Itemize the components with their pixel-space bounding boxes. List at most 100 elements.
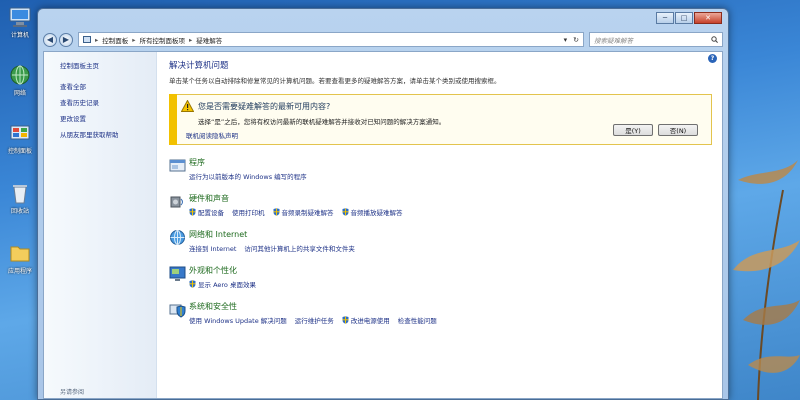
- category-link[interactable]: 音频播放疑难解答: [342, 207, 403, 217]
- recycle-bin-icon: [8, 182, 32, 204]
- breadcrumb-all-items[interactable]: 所有控制面板项: [140, 35, 186, 45]
- category-title[interactable]: 硬件和声音: [189, 193, 411, 204]
- category-link-label: 显示 Aero 桌面效果: [198, 281, 256, 289]
- category-links: 配置设备 使用打印机 音频录制疑难解答 音频播放疑难解答: [189, 207, 411, 217]
- category-link[interactable]: 音频录制疑难解答: [273, 207, 334, 217]
- category-link[interactable]: 改进电源使用: [342, 315, 390, 325]
- sidebar-item-change-settings[interactable]: 更改设置: [60, 113, 156, 123]
- category-link-label: 音频播放疑难解答: [350, 209, 403, 217]
- category-link-label: 使用 Windows Update 解决问题: [189, 317, 287, 325]
- appearance-icon: [169, 265, 186, 282]
- chevron-right-icon: ▸: [132, 35, 136, 44]
- category-title[interactable]: 程序: [189, 157, 315, 168]
- close-button[interactable]: ✕: [694, 12, 722, 24]
- desktop-icon-network[interactable]: 网络: [2, 64, 38, 97]
- category-link-label: 连接到 Internet: [189, 245, 237, 253]
- category-links: 运行为以前版本的 Windows 编写的程序: [189, 171, 315, 181]
- no-button[interactable]: 否(N): [658, 124, 698, 136]
- address-dropdown-icon[interactable]: ▾: [564, 36, 568, 44]
- category-link[interactable]: 连接到 Internet: [189, 243, 236, 253]
- address-row: ◀ ▶ ▸ 控制面板 ▸ 所有控制面板项 ▸ 疑难解答 ▾ ↻ 搜索疑难解答: [43, 31, 723, 48]
- chevron-right-icon: ▸: [189, 35, 193, 44]
- main-panel: ? 解决计算机问题 单击某个任务以自动排除和修复常见的计算机问题。若要查看更多的…: [157, 52, 722, 398]
- online-content-notice: 您是否需要疑难解答的最新可用内容? 选择“是”之后，您将有权访问最新的联机疑难解…: [169, 94, 712, 145]
- breadcrumb-troubleshooting[interactable]: 疑难解答: [196, 35, 222, 45]
- forward-button[interactable]: ▶: [59, 32, 73, 47]
- back-button[interactable]: ◀: [43, 32, 57, 47]
- desktop-icon-recycle-bin[interactable]: 回收站: [2, 182, 38, 215]
- search-placeholder: 搜索疑难解答: [594, 36, 633, 45]
- control-panel-small-icon: [83, 36, 91, 43]
- breadcrumb-control-panel[interactable]: 控制面板: [102, 35, 128, 45]
- maximize-button[interactable]: □: [675, 12, 693, 24]
- minimize-button[interactable]: ─: [656, 12, 674, 24]
- control-panel-icon: [8, 122, 32, 144]
- uac-shield-icon: [189, 280, 196, 288]
- category-item: 系统和安全性 使用 Windows Update 解决问题 运行维护任务 改进电源使用…: [169, 301, 712, 325]
- programs-icon: [169, 157, 186, 174]
- category-links: 显示 Aero 桌面效果: [189, 279, 264, 289]
- content-area: 控制面板主页 查看全部 查看历史记录 更改设置 从朋友那里获取帮助 另请参阅 ?…: [43, 51, 723, 399]
- category-title[interactable]: 系统和安全性: [189, 301, 445, 312]
- category-link-label: 运行为以前版本的 Windows 编写的程序: [189, 173, 307, 181]
- desktop-icon-label: 回收站: [10, 208, 29, 215]
- warning-icon: [181, 100, 194, 112]
- category-item: 网络和 Internet 连接到 Internet 访问其他计算机上的共享文件和文件…: [169, 229, 712, 253]
- category-link[interactable]: 运行维护任务: [295, 315, 334, 325]
- network-icon: [8, 64, 32, 86]
- category-links: 使用 Windows Update 解决问题 运行维护任务 改进电源使用 检查性能问题: [189, 315, 445, 325]
- search-icon[interactable]: [711, 36, 718, 43]
- category-link[interactable]: 显示 Aero 桌面效果: [189, 279, 256, 289]
- desktop-icon-label: 应用程序: [7, 268, 32, 275]
- category-title[interactable]: 外观和个性化: [189, 265, 264, 276]
- sidebar-item-view-all[interactable]: 查看全部: [60, 81, 156, 91]
- category-link[interactable]: 检查性能问题: [398, 315, 437, 325]
- sidebar-item-view-history[interactable]: 查看历史记录: [60, 97, 156, 107]
- category-link-label: 运行维护任务: [294, 317, 334, 325]
- category-links: 连接到 Internet 访问其他计算机上的共享文件和文件夹: [189, 243, 363, 253]
- privacy-statement-link[interactable]: 联机阅读隐私声明: [186, 130, 238, 140]
- desktop-icon-label: 控制面板: [7, 148, 32, 155]
- desktop-icon-computer[interactable]: 计算机: [2, 6, 38, 39]
- page-subtitle: 单击某个任务以自动排除和修复常见的计算机问题。若要查看更多的疑难解答方案，请单击…: [169, 77, 501, 85]
- page-title: 解决计算机问题: [169, 61, 229, 71]
- category-link[interactable]: 使用 Windows Update 解决问题: [189, 315, 287, 325]
- folder-icon: [8, 242, 32, 264]
- desktop-icon-label: 计算机: [10, 32, 29, 39]
- category-link[interactable]: 配置设备: [189, 207, 224, 217]
- uac-shield-icon: [189, 208, 196, 216]
- category-link[interactable]: 访问其他计算机上的共享文件和文件夹: [244, 243, 355, 253]
- wallpaper-wheat-decoration: [733, 160, 800, 400]
- category-list: 程序运行为以前版本的 Windows 编写的程序硬件和声音配置设备 使用打印机 音频…: [169, 157, 712, 325]
- search-input[interactable]: 搜索疑难解答: [589, 32, 723, 47]
- desktop-icon-folder[interactable]: 应用程序: [2, 242, 38, 275]
- category-link-label: 配置设备: [198, 209, 224, 217]
- sidebar: 控制面板主页 查看全部 查看历史记录 更改设置 从朋友那里获取帮助 另请参阅: [44, 52, 157, 398]
- uac-shield-icon: [273, 208, 279, 216]
- category-link-label: 改进电源使用: [350, 317, 390, 325]
- yes-button[interactable]: 是(Y): [613, 124, 653, 136]
- category-link[interactable]: 运行为以前版本的 Windows 编写的程序: [189, 171, 307, 181]
- uac-shield-icon: [342, 208, 348, 216]
- category-title[interactable]: 网络和 Internet: [189, 229, 363, 240]
- see-also-heading: 另请参阅: [60, 389, 85, 396]
- category-link[interactable]: 使用打印机: [232, 207, 265, 217]
- desktop-icon-control-panel[interactable]: 控制面板: [2, 122, 38, 155]
- troubleshooting-window: ─ □ ✕ ◀ ▶ ▸ 控制面板 ▸ 所有控制面板项 ▸ 疑难解答 ▾ ↻ 搜索…: [37, 8, 729, 400]
- sidebar-home-link[interactable]: 控制面板主页: [60, 60, 156, 70]
- category-item: 程序运行为以前版本的 Windows 编写的程序: [169, 157, 712, 181]
- category-link-label: 使用打印机: [232, 209, 265, 217]
- category-item: 硬件和声音配置设备 使用打印机 音频录制疑难解答 音频播放疑难解答: [169, 193, 712, 217]
- category-link-label: 音频录制疑难解答: [281, 209, 334, 217]
- desktop-icon-label: 网络: [13, 90, 26, 97]
- address-bar[interactable]: ▸ 控制面板 ▸ 所有控制面板项 ▸ 疑难解答 ▾ ↻: [78, 32, 584, 47]
- notice-question: 您是否需要疑难解答的最新可用内容?: [198, 102, 331, 111]
- sidebar-item-get-help-from-friend[interactable]: 从朋友那里获取帮助: [60, 129, 156, 139]
- uac-shield-icon: [342, 316, 349, 324]
- help-icon[interactable]: ?: [708, 54, 717, 63]
- caption-buttons: ─ □ ✕: [656, 12, 722, 24]
- hardware-sound-icon: [169, 193, 186, 210]
- refresh-icon[interactable]: ↻: [573, 36, 579, 44]
- network-internet-icon: [169, 229, 186, 246]
- category-item: 外观和个性化 显示 Aero 桌面效果: [169, 265, 712, 289]
